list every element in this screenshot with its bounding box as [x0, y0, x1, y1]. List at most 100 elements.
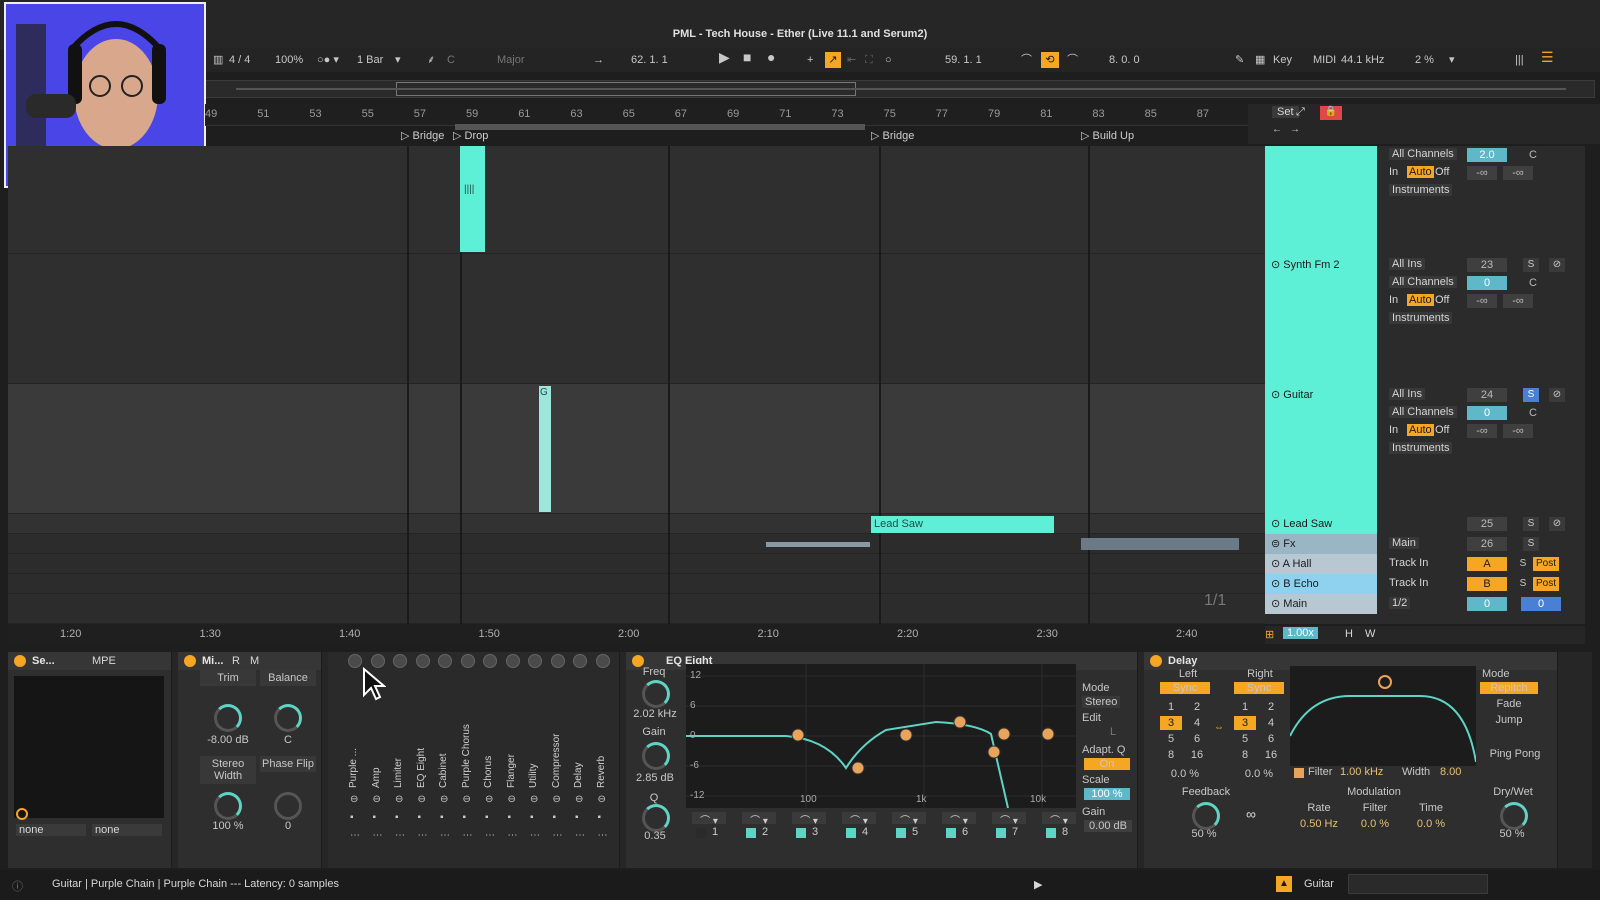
r-button[interactable]: R	[232, 655, 240, 667]
bar-ruler[interactable]: 49 51 53 55 57 59 61 63 65 67 69 71 73 75 77 79 81 83 85 87	[205, 104, 1265, 126]
record-button[interactable]: ●	[767, 49, 775, 65]
w-button[interactable]: W	[1365, 628, 1375, 640]
band-on-checkbox[interactable]	[846, 828, 856, 838]
right-sync-button[interactable]: Sync	[1234, 682, 1284, 694]
band-filter-type-select[interactable]: ⌒ ▾	[742, 812, 776, 827]
power-icon[interactable]	[184, 655, 196, 667]
chain-solo-icon[interactable]: ⊖	[418, 794, 426, 805]
track-lane-guitar[interactable]	[8, 384, 1265, 514]
band-on-checkbox[interactable]	[996, 828, 1006, 838]
play-button[interactable]: ▶	[719, 49, 730, 65]
chain-more-icon[interactable]: ⋯	[395, 830, 405, 841]
lock-icon[interactable]: 🔒	[1320, 106, 1342, 120]
track-header-main[interactable]: ⊙ Main	[1265, 594, 1377, 614]
chain-save-icon[interactable]: ▪	[575, 812, 579, 823]
band-on-checkbox[interactable]	[896, 828, 906, 838]
output-select[interactable]: Instruments	[1389, 312, 1453, 324]
computer-keyboard-icon[interactable]: ▦	[1255, 52, 1265, 68]
chain-solo-icon[interactable]: ⊖	[373, 794, 381, 805]
loop-switch-icon[interactable]: ⟲	[1041, 52, 1059, 68]
locator-bridge-2[interactable]: ▷ Bridge	[871, 129, 914, 142]
left-time-division[interactable]: 16	[1186, 748, 1208, 762]
track-header-b-echo[interactable]: ⊙ B Echo	[1265, 574, 1377, 594]
mode-select[interactable]: Stereo	[1082, 696, 1121, 708]
clip-lead-saw[interactable]: Lead Saw	[871, 516, 1054, 533]
m-button[interactable]: M	[250, 655, 259, 667]
chain-more-icon[interactable]: ⋯	[530, 830, 540, 841]
chain-save-icon[interactable]: ▪	[440, 812, 444, 823]
left-time-division[interactable]: 1	[1160, 700, 1182, 714]
chain-power-icon[interactable]	[595, 654, 610, 668]
monitor-off[interactable]: Off	[1435, 294, 1449, 306]
scale-mode-icon[interactable]: ⸙	[427, 52, 435, 68]
balance-knob[interactable]	[274, 704, 302, 732]
output-select[interactable]: Main	[1389, 537, 1419, 549]
chain-more-icon[interactable]: ⋯	[598, 830, 608, 841]
chain-solo-icon[interactable]: ⊖	[485, 794, 493, 805]
phase-knob[interactable]	[274, 792, 302, 820]
input-channel-select[interactable]: All Channels	[1389, 276, 1457, 288]
output-select[interactable]: 1/2	[1389, 597, 1411, 609]
expand-icon[interactable]: ⤢	[1296, 106, 1305, 119]
chain-more-icon[interactable]: ⋯	[373, 830, 383, 841]
pan[interactable]: C	[1521, 406, 1545, 420]
input-select[interactable]: Track In	[1389, 557, 1428, 569]
send-a[interactable]: -∞	[1467, 166, 1497, 180]
left-time-division[interactable]: 6	[1186, 732, 1208, 746]
track-lane-fx[interactable]	[8, 534, 1265, 554]
track-number[interactable]: 23	[1467, 258, 1507, 272]
set-button[interactable]: Set	[1272, 106, 1299, 118]
stop-button[interactable]: ■	[743, 49, 751, 65]
metronome-icon[interactable]: ▥	[213, 52, 223, 68]
track-header-lead-saw[interactable]: ⊙ Lead Saw	[1265, 514, 1377, 534]
monitor-auto[interactable]: Auto	[1407, 166, 1434, 178]
chain-power-icon[interactable]	[550, 654, 565, 668]
chain-more-icon[interactable]: ⋯	[553, 830, 563, 841]
right-time-division[interactable]: 4	[1260, 716, 1282, 730]
zoom-icon[interactable]: ⊞	[1265, 628, 1274, 641]
h-button[interactable]: H	[1345, 628, 1353, 640]
mpe-label[interactable]: MPE	[92, 655, 116, 667]
solo-button[interactable]: S	[1523, 388, 1539, 402]
track-number[interactable]: 25	[1467, 517, 1507, 531]
chain-save-icon[interactable]: ▪	[395, 812, 399, 823]
right-time-division[interactable]: 16	[1260, 748, 1282, 762]
track-lane-1[interactable]	[8, 146, 1265, 254]
chain-more-icon[interactable]: ⋯	[485, 830, 495, 841]
chain-item[interactable]: Purple ...	[348, 708, 366, 788]
track-header-fx[interactable]: ⊜ Fx	[1265, 534, 1377, 554]
song-position[interactable]: 62. 1. 1	[631, 52, 668, 68]
chain-item[interactable]: Purple Chorus	[461, 708, 479, 788]
band-filter-type-select[interactable]: ⌒ ▾	[792, 812, 826, 827]
chain-save-icon[interactable]: ▪	[463, 812, 467, 823]
filter-display[interactable]	[1290, 666, 1476, 766]
right-time-division[interactable]: 8	[1234, 748, 1256, 762]
monitor-auto[interactable]: Auto	[1407, 424, 1434, 436]
chain-save-icon[interactable]: ▪	[508, 812, 512, 823]
chain-item[interactable]: Cabinet	[438, 708, 456, 788]
solo-button[interactable]: S	[1523, 537, 1539, 551]
track-header-a-hall[interactable]: ⊙ A Hall	[1265, 554, 1377, 574]
return-b[interactable]: B	[1467, 577, 1507, 591]
chain-save-icon[interactable]: ▪	[373, 812, 377, 823]
arrangement-view[interactable]: |||| G Lead Saw 1/1	[8, 146, 1265, 624]
q-knob[interactable]	[642, 804, 670, 832]
chain-more-icon[interactable]: ⋯	[440, 830, 450, 841]
time-signature[interactable]: 4 / 4	[229, 52, 250, 68]
chain-item[interactable]: Reverb	[596, 708, 614, 788]
rate-value[interactable]: 0.50 Hz	[1294, 818, 1344, 830]
solo-button[interactable]: S	[1523, 517, 1539, 531]
jump-button[interactable]: Jump	[1480, 714, 1538, 726]
none-select-1[interactable]: none	[16, 824, 86, 836]
session-record-icon[interactable]: ○	[885, 52, 892, 68]
arm-icon[interactable]: ⊘	[1549, 258, 1565, 272]
chain-save-icon[interactable]: ▪	[598, 812, 602, 823]
output-select[interactable]: Instruments	[1389, 184, 1453, 196]
eq-display[interactable]	[686, 664, 1076, 808]
arrow-left-icon[interactable]: ←	[1272, 124, 1282, 135]
automation-arm-icon[interactable]: ↗	[825, 52, 841, 68]
track-header-synth-fm2[interactable]: ⊙ Synth Fm 2	[1265, 254, 1377, 384]
quantize-select[interactable]: 1 Bar	[357, 52, 383, 68]
chain-power-icon[interactable]	[415, 654, 430, 668]
filter-checkbox[interactable]	[1294, 768, 1304, 778]
